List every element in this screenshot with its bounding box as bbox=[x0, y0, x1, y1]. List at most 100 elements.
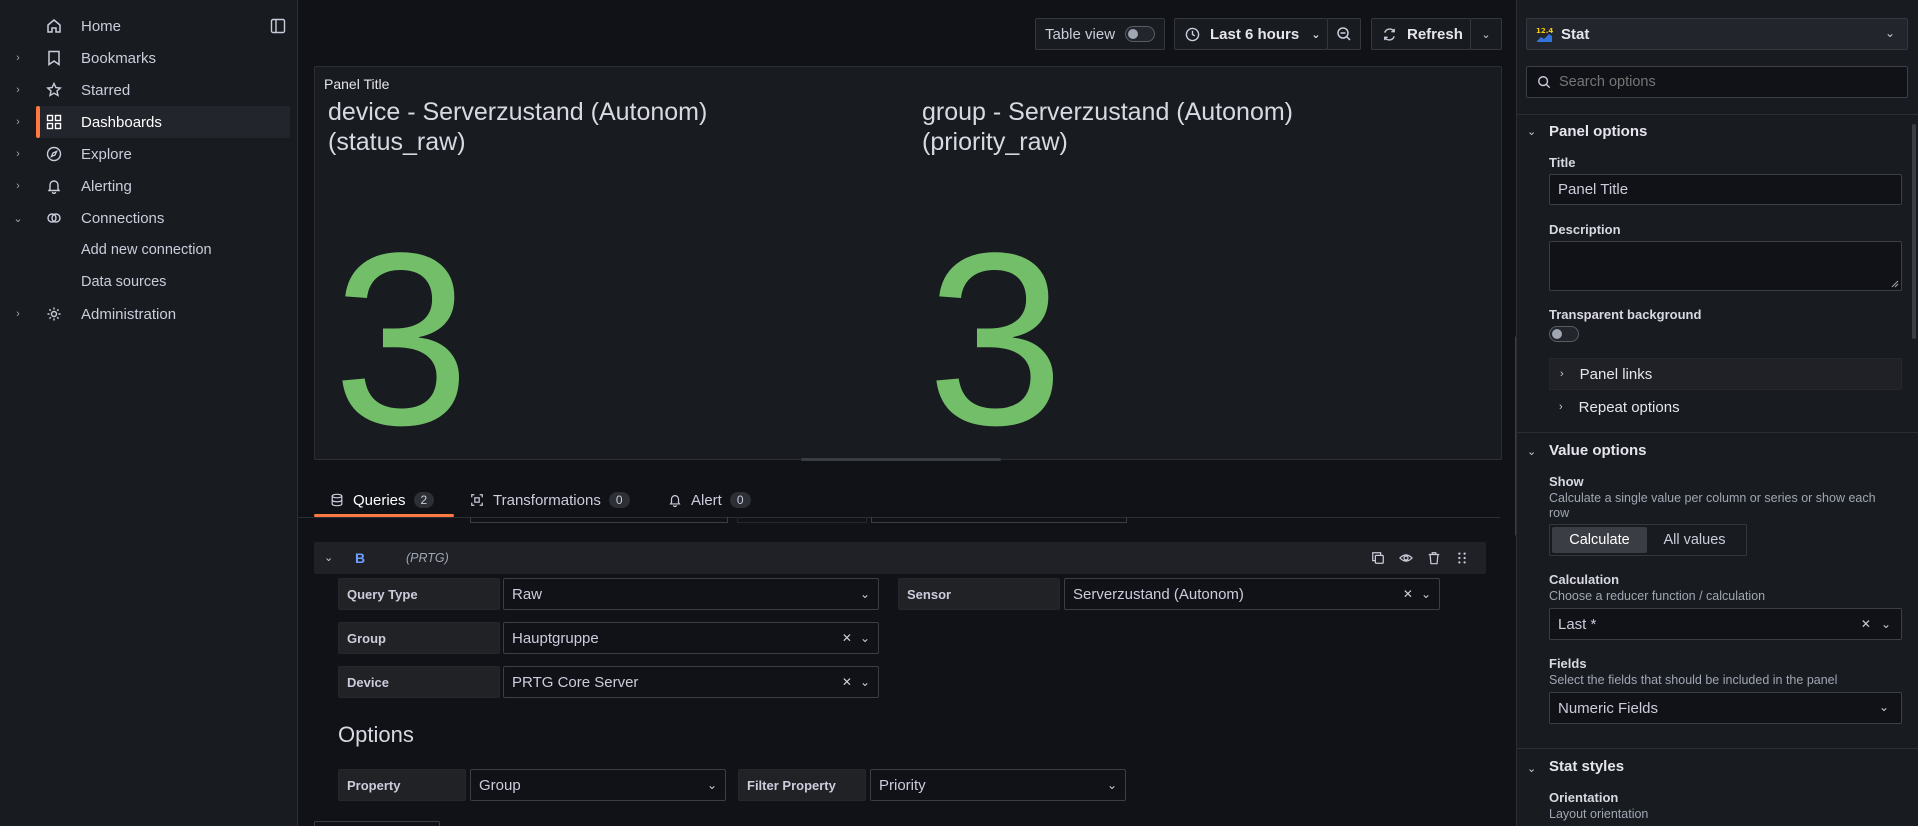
tab-alert[interactable]: Alert 0 bbox=[668, 487, 751, 513]
chevron-right-icon[interactable]: › bbox=[12, 84, 24, 96]
viz-name: Stat bbox=[1561, 25, 1590, 43]
chevron-right-icon[interactable]: › bbox=[12, 52, 24, 64]
nav-item-data-sources[interactable]: Data sources bbox=[81, 274, 166, 290]
nav-label: Explore bbox=[81, 145, 132, 163]
fields-label: Fields bbox=[1549, 656, 1587, 671]
previous-row-label-edge bbox=[737, 517, 867, 523]
calculate-option[interactable]: Calculate bbox=[1552, 527, 1647, 553]
chevron-down-icon[interactable]: ⌄ bbox=[1527, 445, 1536, 458]
query-ref-id[interactable]: B bbox=[355, 550, 365, 566]
select-value: Priority bbox=[879, 776, 926, 794]
nav-item-dashboards[interactable]: Dashboards bbox=[36, 106, 290, 138]
dock-menu-icon[interactable] bbox=[270, 18, 286, 34]
table-view-toggle[interactable]: Table view bbox=[1035, 18, 1165, 50]
panel-links-section[interactable]: › Panel links bbox=[1549, 358, 1902, 390]
property-label: Property bbox=[338, 769, 466, 801]
zoom-out-button[interactable] bbox=[1327, 18, 1361, 50]
chevron-down-icon[interactable]: ⌄ bbox=[1527, 125, 1536, 138]
eye-icon[interactable] bbox=[1399, 551, 1413, 565]
panel-resize-handle[interactable] bbox=[801, 458, 1001, 461]
side-nav: Home › Bookmarks › Starred › Dashboards … bbox=[0, 0, 298, 826]
chevron-down-icon[interactable]: ⌄ bbox=[1527, 762, 1536, 775]
add-query-button-edge[interactable] bbox=[314, 821, 440, 826]
search-icon bbox=[1538, 76, 1551, 89]
chevron-down-icon: ⌄ bbox=[1311, 28, 1321, 41]
nav-item-alerting[interactable]: › Alerting bbox=[0, 170, 290, 202]
show-radio-group: Calculate All values bbox=[1549, 524, 1747, 556]
chevron-down-icon: ⌄ bbox=[859, 675, 870, 689]
star-icon bbox=[45, 81, 63, 99]
filter-property-select[interactable]: Priority ⌄ bbox=[870, 769, 1126, 801]
stat-value: 3 bbox=[927, 202, 1064, 477]
title-input[interactable]: Panel Title bbox=[1549, 174, 1902, 205]
repeat-options-label: Repeat options bbox=[1578, 398, 1680, 416]
transparent-background-switch[interactable] bbox=[1549, 326, 1579, 342]
description-textarea[interactable] bbox=[1549, 241, 1902, 291]
chevron-down-icon[interactable]: ⌄ bbox=[324, 551, 333, 564]
tab-label: Alert bbox=[691, 491, 722, 509]
stat-title-line: (priority_raw) bbox=[922, 128, 1068, 156]
search-options-field[interactable] bbox=[1526, 66, 1908, 98]
group-label: Group bbox=[338, 622, 500, 654]
refresh-button[interactable]: Refresh bbox=[1371, 18, 1471, 50]
nav-item-administration[interactable]: › Administration bbox=[0, 298, 290, 330]
gear-icon bbox=[45, 305, 63, 323]
nav-item-starred[interactable]: › Starred bbox=[0, 74, 290, 106]
bell-icon bbox=[669, 495, 681, 507]
clear-icon[interactable]: ✕ bbox=[1861, 617, 1871, 631]
time-range-picker[interactable]: Last 6 hours ⌄ bbox=[1174, 18, 1328, 50]
chevron-right-icon[interactable]: › bbox=[12, 116, 24, 128]
table-view-switch[interactable] bbox=[1125, 26, 1156, 42]
select-value: Numeric Fields bbox=[1558, 699, 1659, 717]
fields-select[interactable]: Numeric Fields ⌄ bbox=[1549, 692, 1902, 724]
tab-transformations[interactable]: Transformations 0 bbox=[470, 487, 630, 513]
refresh-interval-dropdown[interactable]: ⌄ bbox=[1470, 18, 1502, 50]
previous-row-input-edge bbox=[871, 517, 1127, 523]
compass-icon bbox=[45, 145, 63, 163]
search-options-input[interactable] bbox=[1559, 74, 1899, 90]
chevron-down-icon[interactable]: ⌄ bbox=[12, 212, 24, 225]
all-values-option[interactable]: All values bbox=[1647, 527, 1742, 553]
section-stat-styles[interactable]: Stat styles bbox=[1549, 758, 1624, 775]
svg-text:12.4: 12.4 bbox=[1536, 27, 1553, 35]
section-panel-options[interactable]: Panel options bbox=[1549, 123, 1647, 140]
nav-item-connections[interactable]: ⌄ Connections bbox=[0, 202, 290, 234]
query-type-select[interactable]: Raw ⌄ bbox=[503, 578, 879, 610]
tab-queries[interactable]: Queries 2 bbox=[330, 487, 435, 513]
chevron-right-icon[interactable]: › bbox=[12, 308, 24, 320]
stat-title: device - Serverzustand (Autonom) (status… bbox=[328, 97, 707, 157]
orientation-label: Orientation bbox=[1549, 790, 1619, 805]
chevron-right-icon[interactable]: › bbox=[12, 148, 24, 160]
clear-icon[interactable]: ✕ bbox=[842, 631, 852, 645]
chevron-right-icon[interactable]: › bbox=[12, 180, 24, 192]
resize-grip-icon[interactable] bbox=[1891, 280, 1899, 288]
repeat-options-section[interactable]: › Repeat options bbox=[1549, 391, 1902, 423]
chevron-down-icon: ⌄ bbox=[859, 587, 870, 601]
clear-icon[interactable]: ✕ bbox=[842, 675, 852, 689]
nav-item-home[interactable]: Home bbox=[0, 10, 290, 42]
group-select[interactable]: Hauptgruppe ✕ ⌄ bbox=[503, 622, 879, 654]
device-select[interactable]: PRTG Core Server ✕ ⌄ bbox=[503, 666, 879, 698]
trash-icon[interactable] bbox=[1427, 551, 1441, 565]
sensor-select[interactable]: Serverzustand (Autonom) ✕ ⌄ bbox=[1064, 578, 1440, 610]
drag-handle-icon[interactable] bbox=[1455, 551, 1469, 565]
query-row-header[interactable]: ⌄ B (PRTG) bbox=[314, 542, 1486, 574]
count-badge: 2 bbox=[413, 492, 435, 508]
nav-item-explore[interactable]: › Explore bbox=[0, 138, 290, 170]
nav-item-bookmarks[interactable]: › Bookmarks bbox=[0, 42, 290, 74]
fields-description: Select the fields that should be include… bbox=[1549, 673, 1838, 687]
clear-icon[interactable]: ✕ bbox=[1403, 587, 1413, 601]
query-datasource: (PRTG) bbox=[406, 551, 449, 565]
duplicate-icon[interactable] bbox=[1371, 551, 1385, 565]
calculation-select[interactable]: Last * ✕ ⌄ bbox=[1549, 608, 1902, 640]
property-select[interactable]: Group ⌄ bbox=[470, 769, 726, 801]
chevron-right-icon: › bbox=[1560, 368, 1564, 380]
visualization-picker[interactable]: 12.4 Stat ⌄ bbox=[1526, 18, 1908, 50]
bell-icon bbox=[45, 177, 63, 195]
select-value: PRTG Core Server bbox=[512, 673, 639, 691]
scrollbar[interactable] bbox=[1912, 124, 1916, 339]
section-value-options[interactable]: Value options bbox=[1549, 442, 1647, 459]
nav-item-add-new-connection[interactable]: Add new connection bbox=[81, 242, 212, 258]
panel-preview[interactable]: Panel Title device - Serverzustand (Auto… bbox=[314, 66, 1502, 477]
refresh-label: Refresh bbox=[1407, 25, 1463, 43]
